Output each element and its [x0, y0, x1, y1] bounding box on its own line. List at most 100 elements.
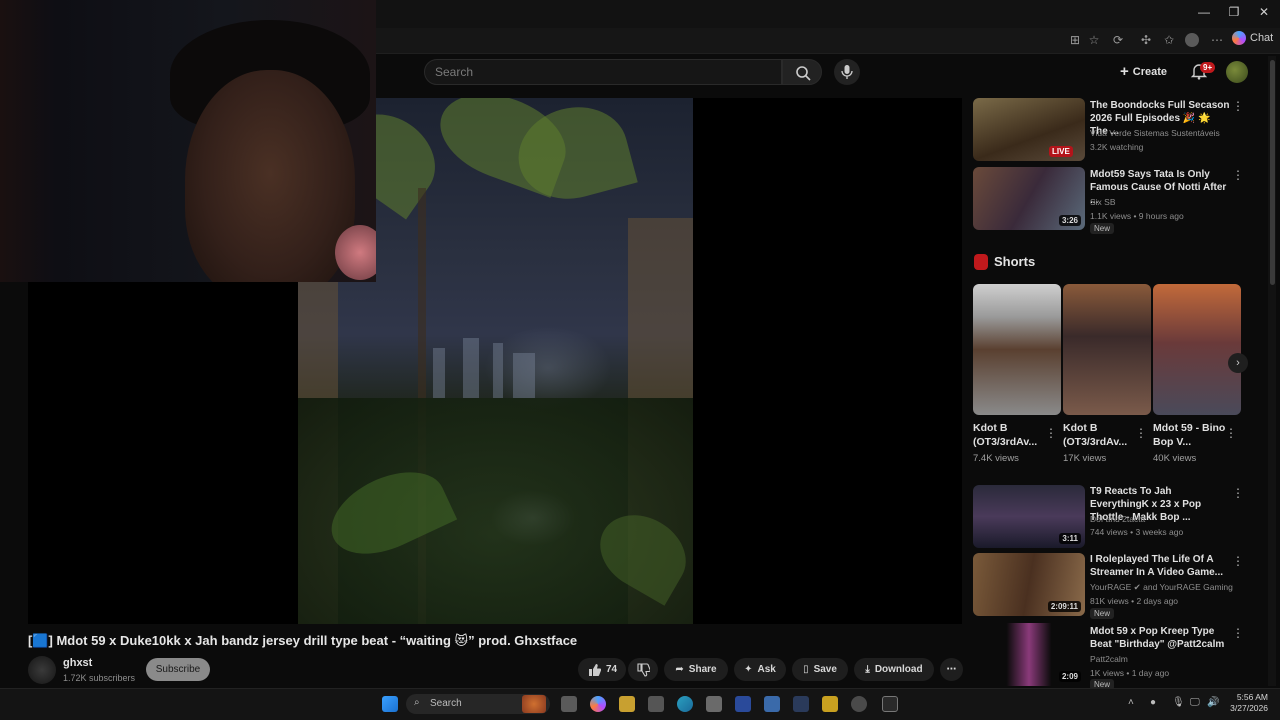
search-icon [796, 66, 811, 81]
search-button[interactable] [782, 59, 822, 85]
video-menu-icon[interactable]: ⋮ [1232, 168, 1244, 182]
video-menu-icon[interactable]: ⋮ [1232, 486, 1244, 500]
live-badge: LIVE [1049, 146, 1073, 157]
epic-games-icon[interactable] [882, 696, 898, 712]
duration-badge: 2:09:11 [1047, 601, 1081, 612]
taskbar-search-icon: ⌕ [414, 697, 420, 708]
video-menu-icon[interactable]: ⋮ [1232, 99, 1244, 113]
tray-app-icon[interactable]: ● [1150, 697, 1156, 708]
video-channel[interactable]: YourRAGE ✔ and YourRAGE Gaming [1090, 582, 1233, 593]
search-highlight-icon[interactable] [522, 695, 546, 713]
store-icon[interactable] [706, 696, 722, 712]
task-view-icon[interactable] [561, 696, 577, 712]
favorites-icon[interactable]: ✩ [1161, 33, 1177, 47]
video-meta: 3.2K watching [1090, 142, 1144, 152]
video-thumbnail[interactable]: 3:11 [973, 485, 1085, 548]
tray-overflow-icon[interactable]: ˄ [1128, 697, 1134, 708]
clock-date: 3/27/2026 [1230, 703, 1268, 713]
short-title[interactable]: Kdot B (OT3/3rdAv... [1063, 421, 1138, 449]
copilot-chat-button[interactable]: Chat [1232, 31, 1273, 45]
video-thumbnail[interactable]: 3:26 [973, 167, 1085, 230]
video-channel[interactable]: Dof and 2tacttt [1090, 514, 1145, 524]
share-button[interactable]: ➦ Share [664, 658, 728, 681]
subscriber-count: 1.72K subscribers [63, 673, 136, 683]
webcam-overlay [0, 0, 376, 282]
profile-icon[interactable] [1185, 33, 1199, 47]
voice-search-button[interactable] [834, 59, 860, 85]
extensions-icon[interactable]: ✣ [1138, 33, 1154, 47]
channel-avatar[interactable] [28, 656, 56, 684]
network-icon[interactable]: 🖵 [1190, 697, 1200, 708]
duration-badge: 3:26 [1058, 215, 1081, 226]
ask-label: Ask [757, 664, 776, 675]
copilot-icon [1232, 31, 1246, 45]
webcam-person-face [185, 70, 355, 282]
account-avatar[interactable] [1226, 61, 1248, 83]
taskbar-clock[interactable]: 5:56 AM 3/27/2026 [1222, 692, 1268, 714]
short-title[interactable]: Kdot B (OT3/3rdAv... [973, 421, 1048, 449]
dislike-button[interactable] [628, 658, 658, 681]
video-thumbnail[interactable]: 2:09 [973, 623, 1085, 686]
edge-browser-icon[interactable] [677, 696, 693, 712]
ask-button[interactable]: ✦ Ask [734, 658, 786, 681]
shorts-next-button[interactable]: › [1228, 353, 1248, 373]
video-menu-icon[interactable]: ⋮ [1232, 554, 1244, 568]
short-menu-icon[interactable]: ⋮ [1045, 426, 1057, 440]
search-input[interactable]: Search [424, 59, 782, 85]
thumbs-down-icon [637, 662, 650, 677]
tray-microphone-icon[interactable]: 🎙 [1172, 697, 1185, 708]
video-thumbnail[interactable]: 2:09:11 [973, 553, 1085, 616]
shorts-icon [974, 254, 988, 270]
new-badge: New [1090, 608, 1115, 619]
app-icon[interactable] [822, 696, 838, 712]
favorite-icon[interactable]: ☆ [1086, 33, 1102, 47]
windows-start-icon[interactable] [382, 696, 398, 712]
app-icon[interactable] [851, 696, 867, 712]
more-actions-button[interactable]: ⋯ [940, 658, 963, 681]
share-icon: ➦ [675, 664, 684, 675]
short-thumbnail[interactable] [1153, 284, 1241, 415]
video-menu-icon[interactable]: ⋮ [1232, 626, 1244, 640]
more-horizontal-icon: ⋯ [946, 664, 957, 675]
like-count: 74 [605, 664, 618, 675]
duration-badge: 2:09 [1058, 671, 1081, 682]
app-icon[interactable] [735, 696, 751, 712]
maximize-button[interactable]: ❐ [1224, 5, 1244, 19]
short-views: 40K views [1153, 453, 1197, 464]
create-label: Create [1132, 65, 1168, 78]
subscribe-button[interactable]: Subscribe [146, 658, 210, 681]
microphone-icon [841, 65, 853, 79]
short-menu-icon[interactable]: ⋮ [1225, 426, 1237, 440]
close-button[interactable]: ✕ [1254, 5, 1274, 19]
save-button[interactable]: ▯ Save [792, 658, 848, 681]
short-title[interactable]: Mdot 59 - Bino Bop V... [1153, 421, 1228, 449]
steam-icon[interactable] [793, 696, 809, 712]
video-meta: 1K views • 1 day ago [1090, 668, 1170, 678]
like-button[interactable]: 74 [578, 658, 626, 681]
volume-icon[interactable]: 🔊 [1207, 697, 1219, 708]
video-channel[interactable]: Patt2calm [1090, 654, 1128, 664]
download-button[interactable]: ⤓ Download [854, 658, 934, 681]
short-thumbnail[interactable] [1063, 284, 1151, 415]
channel-name[interactable]: ghxst [63, 657, 92, 669]
chat-label: Chat [1250, 32, 1274, 44]
video-channel[interactable]: Vida Verde Sistemas Sustentáveis [1090, 128, 1220, 138]
file-explorer-icon[interactable] [619, 696, 635, 712]
video-title-link[interactable]: I Roleplayed The Life Of A Streamer In A… [1090, 553, 1230, 579]
video-meta: 744 views • 3 weeks ago [1090, 527, 1184, 537]
mail-icon[interactable] [764, 696, 780, 712]
save-label: Save [813, 664, 837, 675]
video-channel[interactable]: Six SB [1090, 197, 1116, 207]
create-button[interactable]: + Create [1120, 63, 1167, 80]
scrollbar-thumb[interactable] [1270, 60, 1275, 285]
more-menu-icon[interactable]: ⋯ [1209, 33, 1225, 47]
short-views: 7.4K views [973, 453, 1019, 464]
short-menu-icon[interactable]: ⋮ [1135, 426, 1147, 440]
short-thumbnail[interactable] [973, 284, 1061, 415]
video-title-link[interactable]: Mdot 59 x Pop Kreep Type Beat "Birthday"… [1090, 625, 1230, 651]
copilot-app-icon[interactable] [590, 696, 606, 712]
minimize-button[interactable]: — [1194, 5, 1214, 19]
refresh-icon[interactable]: ⟳ [1110, 33, 1126, 47]
settings-icon[interactable] [648, 696, 664, 712]
app-icon[interactable]: ⊞ [1067, 33, 1083, 47]
